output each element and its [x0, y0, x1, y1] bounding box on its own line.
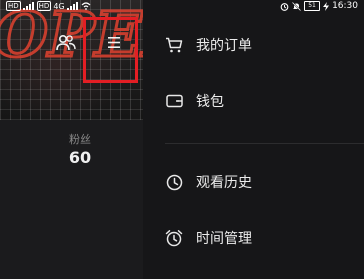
friends-icon[interactable]: [56, 34, 76, 52]
network-type: 4G: [53, 1, 65, 11]
status-time: 16:30: [332, 1, 358, 11]
alarm-clock-icon: [165, 229, 183, 247]
side-drawer: 51 16:30 我的订单 钱包 观看历史 时间管理: [143, 0, 364, 279]
wifi-icon: [81, 2, 91, 10]
menu-item-label: 时间管理: [196, 231, 252, 247]
status-bar-left: HD HD 4G: [6, 0, 91, 12]
profile-cover: OPEN HD HD 4G: [0, 0, 143, 120]
menu-item-label: 观看历史: [196, 175, 252, 191]
menu-item-time-management[interactable]: 时间管理: [143, 222, 364, 254]
cart-icon: [165, 36, 183, 54]
menu-item-watch-history[interactable]: 观看历史: [143, 166, 364, 198]
status-bar-right: 51 16:30: [280, 0, 358, 12]
menu-item-label: 我的订单: [196, 38, 252, 54]
followers-label: 粉丝: [69, 133, 91, 146]
wallet-icon: [165, 92, 183, 110]
menu-item-wallet[interactable]: 钱包: [143, 85, 364, 117]
hd-badge-2: HD: [36, 1, 52, 11]
signal-icon: [22, 2, 34, 10]
menu-button[interactable]: [83, 17, 138, 83]
menu-item-label: 钱包: [196, 94, 224, 110]
battery-level: 51: [304, 1, 321, 11]
profile-pane: OPEN HD HD 4G: [0, 0, 143, 279]
alarm-status-icon: [280, 2, 289, 11]
menu-divider: [165, 143, 364, 144]
hd-badge-1: HD: [6, 1, 21, 11]
followers-count[interactable]: 60: [0, 148, 143, 167]
charging-icon: [323, 1, 330, 11]
hamburger-menu-icon: [108, 37, 120, 48]
clock-icon: [165, 173, 183, 191]
mute-icon: [292, 1, 302, 11]
menu-item-my-orders[interactable]: 我的订单: [143, 29, 364, 61]
signal-icon-2: [66, 2, 78, 10]
